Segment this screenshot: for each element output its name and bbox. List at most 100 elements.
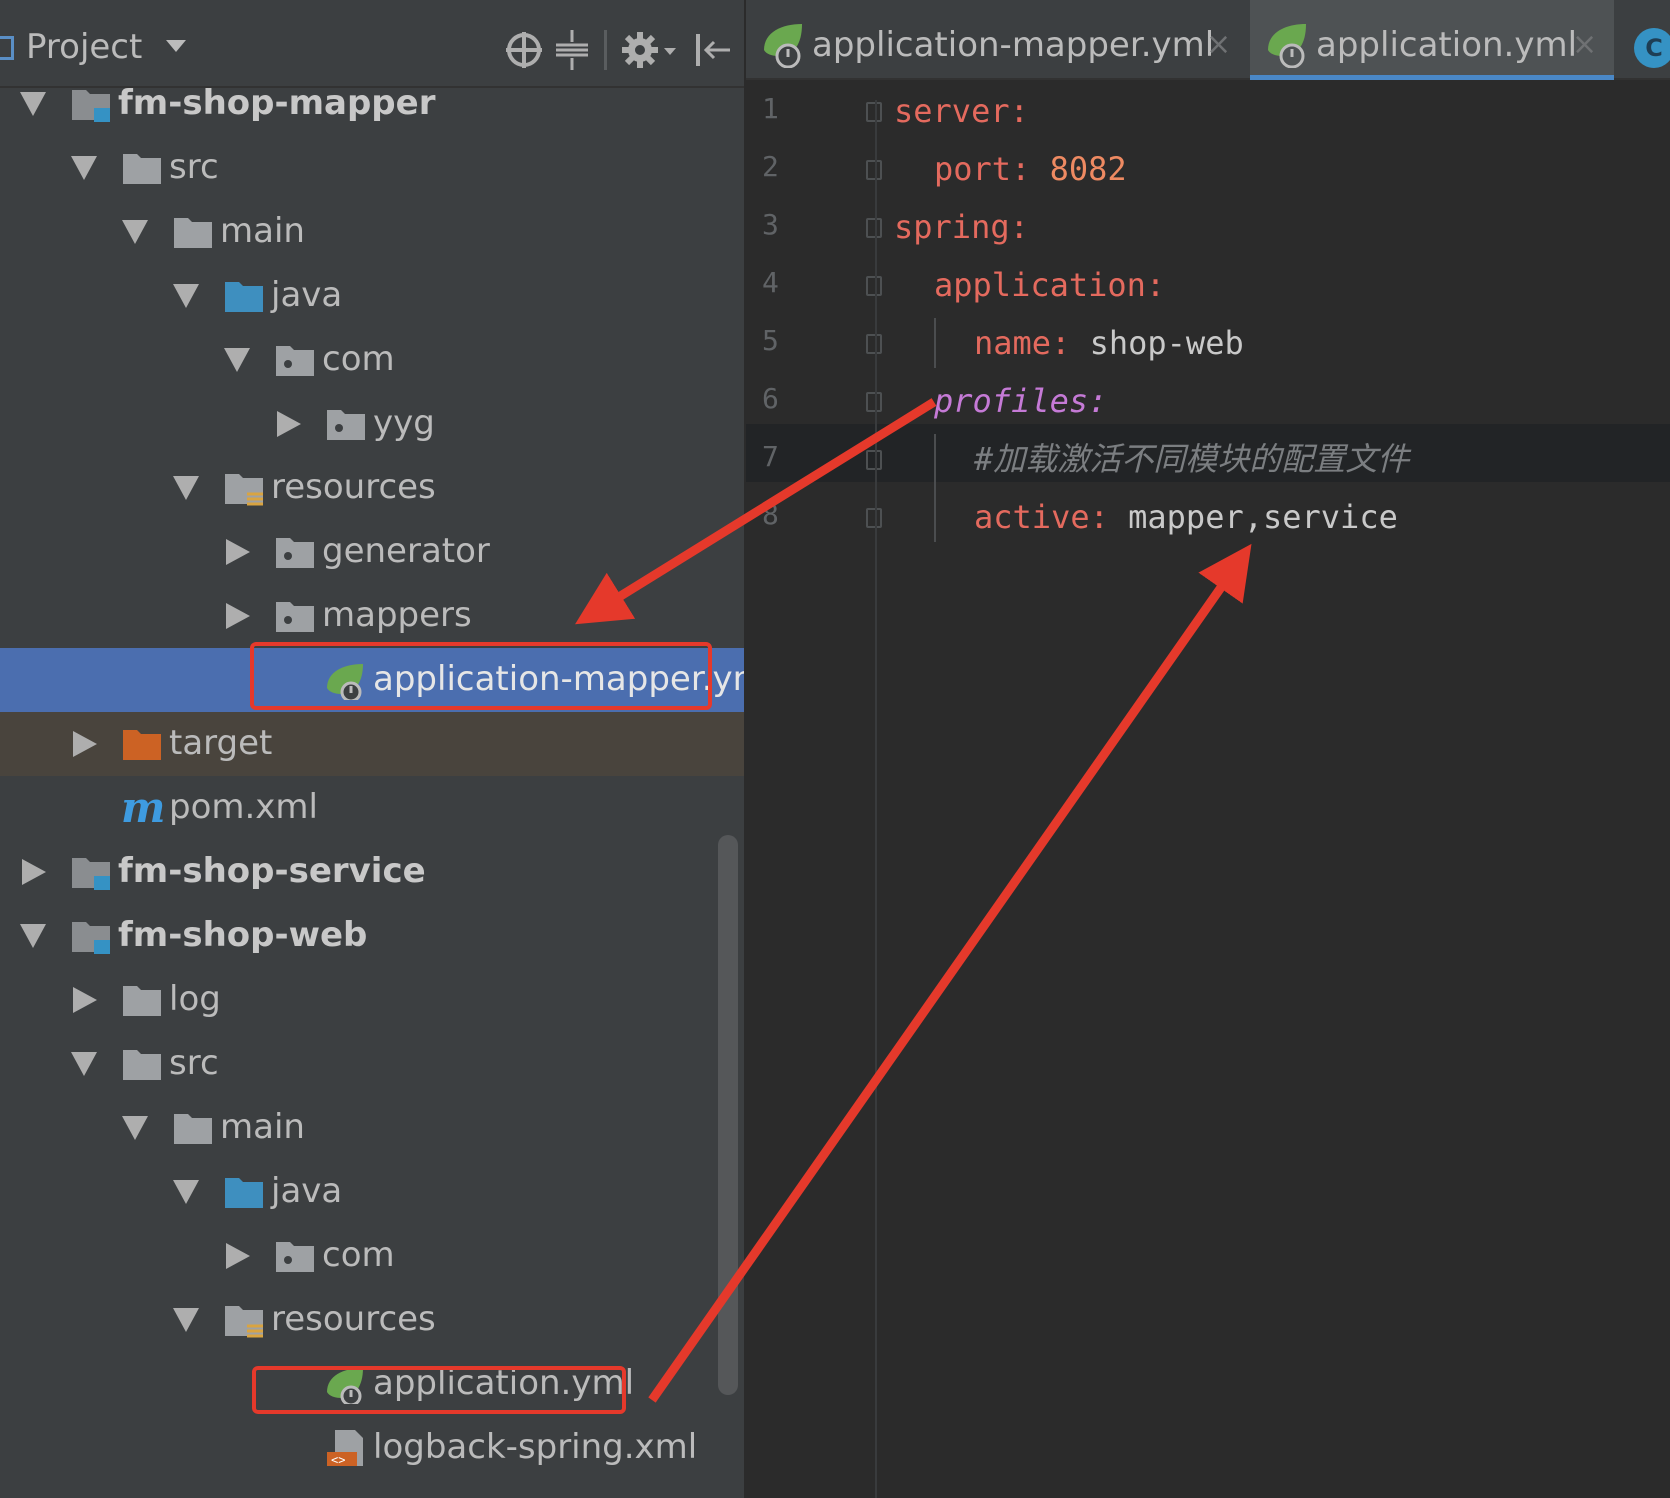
indent-guide xyxy=(934,434,936,542)
folder-icon xyxy=(172,1108,214,1148)
module-icon xyxy=(70,852,112,892)
tree-item[interactable]: com xyxy=(0,328,744,392)
tree-item-label: log xyxy=(169,979,221,1019)
tree-item[interactable]: generator xyxy=(0,520,744,584)
tree-item[interactable]: yyg xyxy=(0,392,744,456)
tree-item[interactable]: <> logback-spring.xml xyxy=(0,1416,744,1480)
tree-item[interactable]: target xyxy=(0,712,744,776)
tree-item[interactable]: application-mapper.yml xyxy=(0,648,744,712)
tree-item-label: com xyxy=(322,339,395,379)
fold-marker-icon[interactable] xyxy=(866,160,882,180)
close-icon[interactable]: × xyxy=(1572,22,1597,68)
expand-arrow-icon[interactable] xyxy=(173,476,199,500)
fold-marker-icon[interactable] xyxy=(866,508,882,528)
tree-item[interactable]: mappers xyxy=(0,584,744,648)
chevron-down-icon[interactable] xyxy=(166,40,186,52)
tree-item-label: fm-shop-service xyxy=(118,851,426,891)
fold-marker-icon[interactable] xyxy=(866,102,882,122)
tab-label: application-mapper.yml xyxy=(812,25,1215,65)
tree-item-label: main xyxy=(220,211,305,251)
yaml-key: server: xyxy=(894,92,1029,130)
maven-icon: m xyxy=(121,783,166,832)
yaml-key: application: xyxy=(934,266,1166,304)
tree-item[interactable]: fm-shop-service xyxy=(0,840,744,904)
line-number: 2 xyxy=(762,150,779,183)
resources-folder-icon xyxy=(223,468,265,508)
package-icon xyxy=(274,1236,316,1276)
code-line: application: xyxy=(934,256,1165,314)
line-number: 3 xyxy=(762,208,779,241)
expand-arrow-icon[interactable] xyxy=(122,1116,148,1140)
hide-panel-icon[interactable] xyxy=(692,28,732,72)
tree-item-label: yyg xyxy=(373,403,435,443)
tree-item-label: fm-shop-mapper xyxy=(118,83,436,123)
collapse-arrow-icon[interactable] xyxy=(277,411,301,437)
editor: application-mapper.yml × application.yml… xyxy=(746,0,1670,1498)
package-icon xyxy=(325,404,367,444)
tab-label: application.yml xyxy=(1316,25,1578,65)
expand-arrow-icon[interactable] xyxy=(173,284,199,308)
tree-item[interactable]: application.yml xyxy=(0,1352,744,1416)
package-icon xyxy=(274,532,316,572)
collapse-arrow-icon[interactable] xyxy=(226,539,250,565)
tree-item[interactable]: resources xyxy=(0,1288,744,1352)
module-icon xyxy=(70,84,112,124)
tree-item[interactable]: main xyxy=(0,200,744,264)
code-line: server: xyxy=(894,82,1029,140)
fold-marker-icon[interactable] xyxy=(866,276,882,296)
line-number: 5 xyxy=(762,324,779,357)
expand-arrow-icon[interactable] xyxy=(173,1180,199,1204)
collapse-arrow-icon[interactable] xyxy=(226,1243,250,1269)
collapse-arrow-icon[interactable] xyxy=(22,859,46,885)
collapse-all-icon[interactable] xyxy=(552,28,592,72)
expand-arrow-icon[interactable] xyxy=(20,924,46,948)
locate-icon[interactable] xyxy=(502,28,546,72)
expand-arrow-icon[interactable] xyxy=(224,348,250,372)
class-file-icon[interactable]: C xyxy=(1634,28,1670,68)
fold-marker-icon[interactable] xyxy=(866,334,882,354)
collapse-arrow-icon[interactable] xyxy=(73,987,97,1013)
tree-item[interactable]: log xyxy=(0,968,744,1032)
project-title[interactable]: Project xyxy=(26,24,142,70)
fold-gutter-line xyxy=(875,100,877,1498)
tree-item[interactable]: java xyxy=(0,264,744,328)
tree-item[interactable]: fm-shop-web xyxy=(0,904,744,968)
folder-icon xyxy=(121,980,163,1020)
close-icon[interactable]: × xyxy=(1206,22,1231,68)
expand-arrow-icon[interactable] xyxy=(20,92,46,116)
folder-icon xyxy=(121,148,163,188)
fold-marker-icon[interactable] xyxy=(866,392,882,412)
tree-item[interactable]: resources xyxy=(0,456,744,520)
fold-marker-icon[interactable] xyxy=(866,450,882,470)
editor-tab-bar: application-mapper.yml × application.yml… xyxy=(746,0,1670,80)
code-line: spring: xyxy=(894,198,1029,256)
module-icon xyxy=(70,916,112,956)
gear-icon[interactable] xyxy=(620,28,680,72)
collapse-arrow-icon[interactable] xyxy=(226,603,250,629)
tree-item[interactable]: main xyxy=(0,1096,744,1160)
package-icon xyxy=(274,340,316,380)
tab-application-mapper-yml[interactable]: application-mapper.yml × xyxy=(746,0,1242,80)
expand-arrow-icon[interactable] xyxy=(71,1052,97,1076)
expand-arrow-icon[interactable] xyxy=(122,220,148,244)
code-line: #加载激活不同模块的配置文件 xyxy=(974,430,1409,488)
tree-item[interactable]: m pom.xml xyxy=(0,776,744,840)
tab-application-yml[interactable]: application.yml × xyxy=(1250,0,1614,80)
tree-item[interactable]: src xyxy=(0,136,744,200)
fold-marker-icon[interactable] xyxy=(866,218,882,238)
tree-item[interactable]: fm-shop-mapper xyxy=(0,72,744,136)
code-area[interactable]: server: port: 8082 spring: application: name… xyxy=(894,82,1670,1498)
yaml-comment: #加载激活不同模块的配置文件 xyxy=(974,440,1410,478)
tree-item-label: target xyxy=(169,723,273,763)
tree-scrollbar[interactable] xyxy=(718,835,738,1395)
expand-arrow-icon[interactable] xyxy=(173,1308,199,1332)
expand-arrow-icon[interactable] xyxy=(71,156,97,180)
collapse-arrow-icon[interactable] xyxy=(73,731,97,757)
tree-item[interactable]: java xyxy=(0,1160,744,1224)
tree-item-label: resources xyxy=(271,1299,436,1339)
tree-item[interactable]: com xyxy=(0,1224,744,1288)
indent-guide xyxy=(934,318,936,368)
tree-item-label: main xyxy=(220,1107,305,1147)
tree-item[interactable]: src xyxy=(0,1032,744,1096)
spring-boot-icon xyxy=(1268,24,1306,68)
